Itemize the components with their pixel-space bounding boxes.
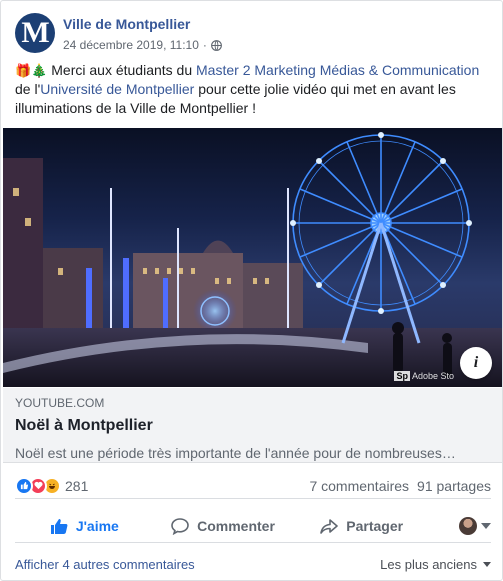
comment-sort-dropdown[interactable]: Les plus anciens (380, 557, 491, 572)
post-as-selector[interactable] (431, 516, 492, 535)
like-reaction-icon (15, 476, 33, 495)
stock-watermark: Sp Adobe Sto (394, 371, 454, 381)
chevron-down-icon (481, 522, 492, 529)
engagement-counts: 7 commentaires 91 partages (309, 478, 491, 494)
reaction-count: 281 (65, 477, 89, 494)
post-subline: 24 décembre 2019, 11:10 · (63, 37, 222, 53)
meta-separator: · (202, 38, 207, 52)
comment-button[interactable]: Commenter (154, 510, 293, 542)
comments-footer: Afficher 4 autres commentaires Les plus … (15, 557, 491, 572)
post-meta: Ville de Montpellier 24 décembre 2019, 1… (63, 13, 222, 57)
post-date[interactable]: 24 décembre 2019, 11:10 (63, 37, 199, 53)
page-avatar[interactable]: M (15, 13, 55, 53)
link-preview[interactable]: YOUTUBE.COM Noël à Montpellier Noël est … (3, 388, 502, 463)
video-thumbnail[interactable]: Sp Adobe Sto i (3, 128, 502, 387)
watermark-text: Adobe Sto (411, 371, 454, 381)
post-text-part2: de l' (15, 81, 41, 97)
page-name-link[interactable]: Ville de Montpellier (63, 15, 222, 33)
action-bar: J'aime Commenter Partager (15, 509, 492, 543)
globe-icon (210, 39, 222, 51)
comment-label: Commenter (197, 517, 275, 534)
thumbs-up-icon (50, 518, 68, 534)
share-label: Partager (346, 517, 404, 534)
facebook-post: M Ville de Montpellier 24 décembre 2019,… (0, 0, 503, 581)
like-label: J'aime (75, 517, 119, 534)
reactions-summary[interactable]: 281 (15, 476, 89, 495)
user-avatar (459, 516, 478, 535)
info-icon[interactable]: i (460, 347, 492, 379)
share-button[interactable]: Partager (292, 510, 431, 542)
link-title[interactable]: Noël à Montpellier (15, 416, 490, 436)
comments-count[interactable]: 7 commentaires (309, 478, 409, 494)
link-description: Noël est une période très importante de … (15, 445, 456, 461)
link-domain: YOUTUBE.COM (15, 396, 105, 410)
post-text-part1: Merci aux étudiants du (47, 62, 197, 78)
illuminations-scene (3, 132, 502, 387)
master-link[interactable]: Master 2 Marketing Médias & Communicatio… (196, 62, 479, 78)
sort-label: Les plus anciens (380, 557, 477, 572)
like-button[interactable]: J'aime (15, 510, 154, 542)
university-link[interactable]: Université de Montpellier (40, 81, 194, 97)
avatar-logo-letter: M (21, 16, 49, 49)
shares-count[interactable]: 91 partages (417, 478, 491, 494)
share-arrow-icon (320, 518, 339, 534)
comment-icon (171, 517, 189, 535)
sort-chevron-down-icon (483, 562, 491, 567)
post-text: 🎁🎄 Merci aux étudiants du Master 2 Marke… (15, 61, 493, 118)
post-stats: 281 7 commentaires 91 partages (15, 473, 491, 499)
post-header: M Ville de Montpellier 24 décembre 2019,… (15, 13, 222, 57)
watermark-sp: Sp (394, 371, 410, 381)
gift-tree-emoji: 🎁🎄 (15, 63, 48, 78)
show-more-comments-link[interactable]: Afficher 4 autres commentaires (15, 557, 195, 572)
